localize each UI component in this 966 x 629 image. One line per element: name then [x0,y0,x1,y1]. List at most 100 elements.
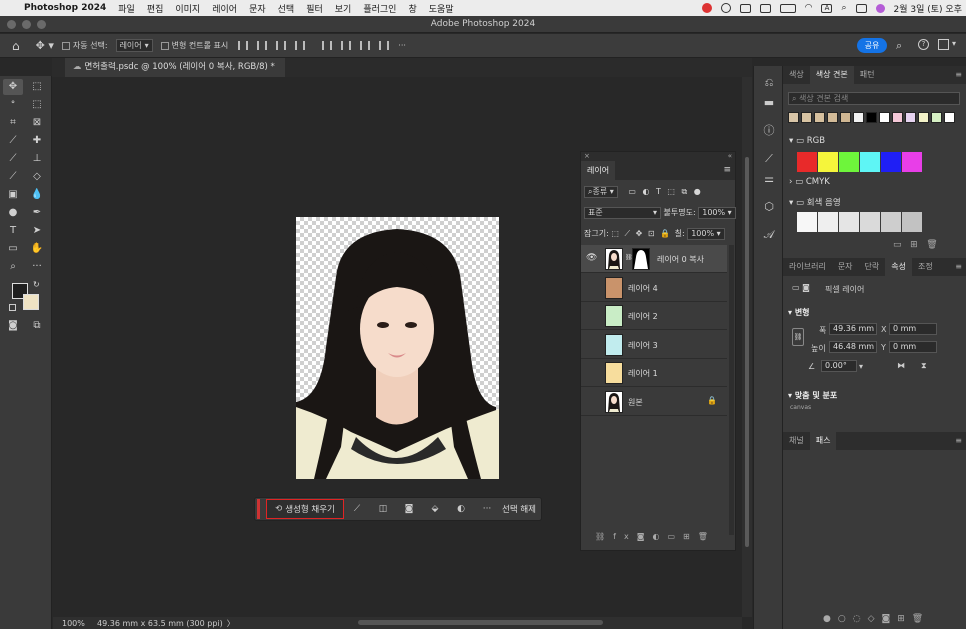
y-field[interactable]: 0 mm [889,341,937,353]
gray-swatch[interactable] [839,212,859,232]
layer-thumbnail[interactable] [605,305,623,327]
visibility-eye-icon[interactable]: 👁 [586,253,597,263]
adjustment-icon[interactable]: ◐ [448,504,474,514]
workspace-dropdown-icon[interactable]: ▾ [952,39,956,48]
move-tool-preset-icon[interactable]: ✥ ▾ [36,39,54,52]
layer-row[interactable]: 레이어 1 [581,359,727,387]
history-panel-icon[interactable]: ⎌ [762,76,776,90]
hand-tool-icon[interactable]: ✋ [27,241,47,257]
status-icon-1[interactable] [701,3,712,13]
menu-file[interactable]: 파일 [118,2,135,15]
type-tool-icon[interactable]: T [3,223,23,239]
add-mask-icon[interactable]: ◙ [882,614,898,624]
menu-filter[interactable]: 필터 [306,2,323,15]
eraser-tool-icon[interactable]: ◇ [27,169,47,185]
rgb-swatch[interactable] [839,152,859,172]
input-source-icon[interactable]: A [821,3,833,13]
align-left-icon[interactable] [238,41,249,50]
menu-edit[interactable]: 편집 [147,2,164,15]
adjustments-panel-icon[interactable]: ⚌ [762,172,776,186]
auto-select-dropdown[interactable]: 레이어 ▾ [115,39,153,52]
rgb-swatch[interactable] [860,152,880,172]
document-image[interactable] [296,217,499,479]
gradient-tool-icon[interactable]: ▣ [3,187,23,203]
layer-row[interactable]: 레이어 3 [581,331,727,359]
siri-icon[interactable] [875,3,885,13]
x-field[interactable]: 0 mm [889,323,937,335]
flip-vertical-icon[interactable]: ⧗ [921,361,927,371]
distribute-vertical-icon[interactable] [379,41,390,50]
display-icon[interactable] [759,3,771,13]
swatch-search-input[interactable]: ⌕ 색상 견본 검색 [788,92,960,105]
menu-select[interactable]: 선택 [278,2,295,15]
flip-horizontal-icon[interactable]: ⧓ [897,361,905,370]
more-options-icon[interactable]: ··· [398,41,406,50]
layer-thumbnail[interactable] [605,248,623,270]
tab-color[interactable]: 색상 [783,66,810,84]
align-bottom-icon[interactable] [360,41,371,50]
fill-field[interactable]: 100% ▾ [687,228,725,240]
layers-scrollbar[interactable] [729,245,734,535]
zoom-level[interactable]: 100% [62,619,94,628]
history-brush-tool-icon[interactable]: ⟋ [3,169,23,185]
close-panel-icon[interactable]: × [584,152,590,160]
control-center-icon[interactable] [855,3,867,13]
horizontal-scrollbar[interactable] [358,620,603,625]
new-layer-icon[interactable]: ⊞ [683,532,698,541]
layer-style-icon[interactable]: fx [613,532,637,541]
new-path-icon[interactable]: ⊞ [897,614,912,624]
layer-thumbnail[interactable] [605,276,623,299]
deselect-button[interactable]: 선택 해제 [502,503,536,515]
swatch[interactable] [853,112,864,123]
path-select-tool-icon[interactable]: ➤ [27,223,47,239]
move-tool-icon[interactable]: ✥ [3,79,23,95]
swatch-folder-rgb[interactable]: ▾ ▭ RGB [789,136,825,146]
tab-patterns[interactable]: 패턴 [854,66,881,84]
filter-shape-icon[interactable]: ⬚ [667,187,675,196]
tab-adjustments[interactable]: 조정 [912,258,939,276]
make-path-icon[interactable]: ◇ [868,614,882,624]
document-tab[interactable]: ☁ 면허출력.psdc @ 100% (레이어 0 복사, RGB/8) * [65,58,285,77]
gray-swatch[interactable] [881,212,901,232]
transform-controls-checkbox[interactable]: 변형 컨트롤 표시 [160,40,228,51]
visibility-toggle[interactable] [586,310,595,319]
status-arrow-icon[interactable]: 〉 [227,618,235,629]
lasso-tool-icon[interactable]: ᐤ [3,97,23,113]
link-dimensions-icon[interactable]: ⛓ [792,328,804,346]
delete-layer-icon[interactable]: 🗑 [698,532,716,541]
swatch[interactable] [840,112,851,123]
more-tools-icon[interactable]: ··· [27,259,47,275]
swatch[interactable] [827,112,838,123]
blend-mode-dropdown[interactable]: 표준 ▾ [584,207,661,219]
filter-type-icon[interactable]: T [656,187,661,196]
scrollbar-thumb[interactable] [745,157,749,547]
invert-selection-icon[interactable]: ◫ [370,504,396,514]
screen-icon[interactable] [739,3,751,13]
tab-character[interactable]: 문자 [832,258,859,276]
swatch[interactable] [879,112,890,123]
object-select-tool-icon[interactable]: ⬚ [27,97,47,113]
link-layers-icon[interactable]: ⛓ [595,532,613,541]
gray-swatch[interactable] [902,212,922,232]
shapes-panel-icon[interactable]: ⬡ [762,200,776,214]
marquee-tool-icon[interactable]: ⬚ [27,79,47,95]
swatch[interactable] [801,112,812,123]
align-top-icon[interactable] [322,41,333,50]
align-right-icon[interactable] [276,41,287,50]
comments-panel-icon[interactable]: ▬ [762,96,776,110]
lock-all-icon[interactable]: 🔒 [660,229,670,238]
frame-tool-icon[interactable]: ⊠ [27,115,47,131]
modify-selection-icon[interactable]: ⟋ [344,504,370,514]
distribute-icon[interactable] [295,41,306,50]
healing-brush-tool-icon[interactable]: ✚ [27,133,47,149]
blur-tool-icon[interactable]: 💧 [27,187,47,203]
screen-mode-icon[interactable]: ⧉ [27,318,47,334]
stroke-path-icon[interactable]: ○ [838,614,853,624]
delete-path-icon[interactable]: 🗑 [912,614,930,624]
lock-artboard-icon[interactable]: ⊡ [648,229,655,238]
filter-smart-icon[interactable]: ⧉ [682,187,688,196]
rectangle-tool-icon[interactable]: ▭ [3,241,23,257]
layer-thumbnail[interactable] [605,333,623,356]
swatch[interactable] [905,112,916,123]
swatch[interactable] [866,112,877,123]
